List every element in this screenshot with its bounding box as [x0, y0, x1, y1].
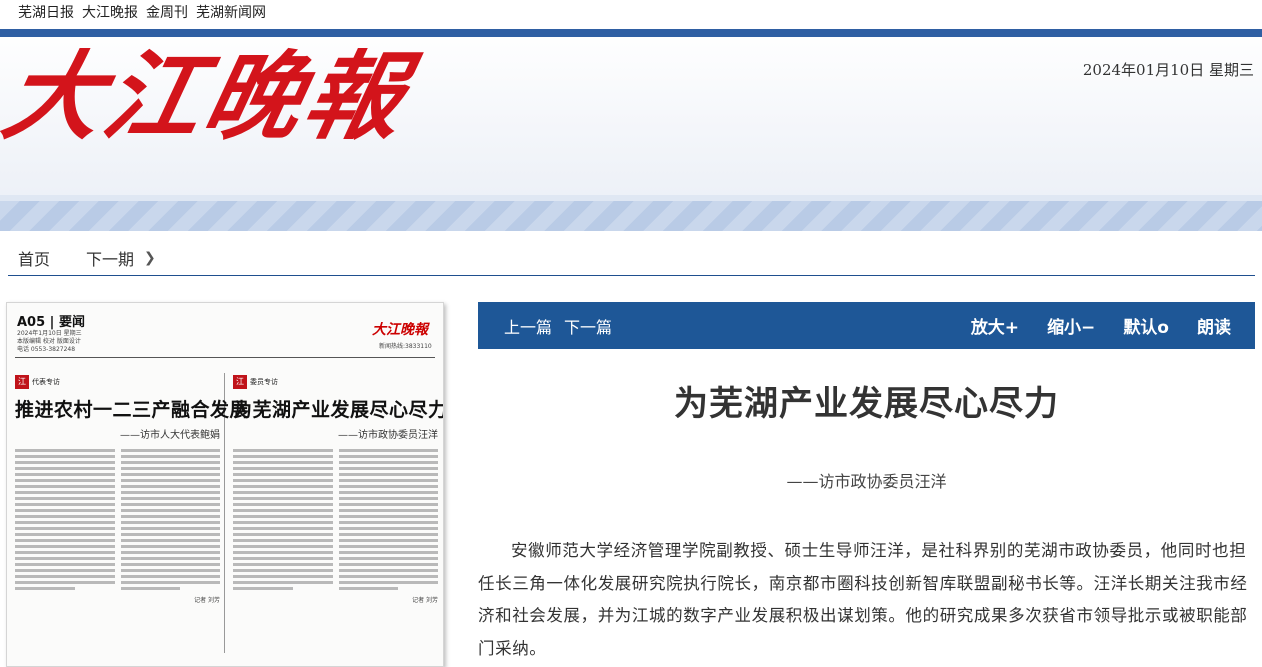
thumbnail-headline: 推进农村一二三产融合发展 — [15, 399, 250, 421]
top-link-wuhu-news[interactable]: 芜湖新闻网 — [196, 2, 266, 22]
page-label: A05 | 要闻 2024年1月10日 星期三 本版编辑 校对 版面设计 电话 … — [17, 315, 85, 353]
thumbnail-article-right[interactable]: 江委员专访 为芜湖产业发展尽心尽力 ——访市政协委员汪洋 记者 刘芳 — [233, 375, 444, 604]
top-links: 芜湖日报 大江晚报 金周刊 芜湖新闻网 — [18, 2, 266, 22]
chevron-right-icon[interactable]: ❯ — [144, 250, 156, 266]
thumbnail-logo: 大江晚報 — [372, 322, 428, 338]
top-link-jin-weekly[interactable]: 金周刊 — [146, 2, 188, 22]
zoom-in-button[interactable]: 放大+ — [971, 313, 1019, 338]
thumbnail-text-block — [15, 449, 220, 593]
next-article-link[interactable]: 下一篇 — [564, 314, 612, 338]
next-issue-link[interactable]: 下一期 — [86, 246, 134, 270]
thumbnail-byline: 记者 刘芳 — [412, 597, 438, 604]
top-link-dajiang-evening[interactable]: 大江晚报 — [82, 2, 138, 22]
thumbnail-subhead: ——访市政协委员汪洋 — [338, 430, 438, 441]
thumbnail-subhead: ——访市人大代表鲍娟 — [120, 430, 220, 441]
home-link[interactable]: 首页 — [18, 246, 50, 270]
top-link-wuhu-daily[interactable]: 芜湖日报 — [18, 2, 74, 22]
article-tag: 江委员专访 — [233, 375, 438, 389]
thumbnail-byline: 记者 刘芳 — [194, 597, 220, 604]
default-size-button[interactable]: 默认o — [1123, 313, 1169, 338]
newspaper-page-thumbnail[interactable]: A05 | 要闻 2024年1月10日 星期三 本版编辑 校对 版面设计 电话 … — [6, 302, 444, 667]
thumbnail-headline: 为芜湖产业发展尽心尽力 — [233, 399, 444, 421]
banner-stripe — [0, 29, 1262, 37]
thumbnail-rule — [15, 357, 435, 358]
article-body: 安徽师范大学经济管理学院副教授、硕士生导师汪洋，是社科界别的芜湖市政协委员，他同… — [478, 541, 1248, 658]
prev-article-link[interactable]: 上一篇 — [504, 314, 552, 338]
read-aloud-button[interactable]: 朗读 — [1197, 313, 1231, 338]
banner-band — [0, 201, 1262, 231]
masthead-banner: 大江晚報 2024年01月10日 星期三 — [0, 29, 1262, 231]
tag-icon: 江 — [15, 375, 29, 389]
zoom-out-button[interactable]: 缩小− — [1047, 313, 1095, 338]
thumbnail-hotline: 新闻热线:3833110 — [379, 343, 432, 350]
thumbnail-text-block — [233, 449, 438, 593]
article-tag: 江代表专访 — [15, 375, 220, 389]
thumbnail-article-left[interactable]: 江代表专访 推进农村一二三产融合发展 ——访市人大代表鲍娟 记者 刘芳 — [15, 375, 250, 604]
tag-icon: 江 — [233, 375, 247, 389]
issue-date: 2024年01月10日 星期三 — [1082, 61, 1254, 79]
issue-nav: 首页 下一期 ❯ — [18, 246, 156, 270]
nav-divider — [8, 275, 1255, 276]
article-toolbar: 上一篇 下一篇 放大+ 缩小− 默认o 朗读 — [478, 302, 1255, 349]
article-title: 为芜湖产业发展尽心尽力 — [674, 384, 1059, 424]
article-subtitle: ——访市政协委员汪洋 — [786, 472, 947, 491]
masthead-logo: 大江晚報 — [0, 40, 419, 153]
